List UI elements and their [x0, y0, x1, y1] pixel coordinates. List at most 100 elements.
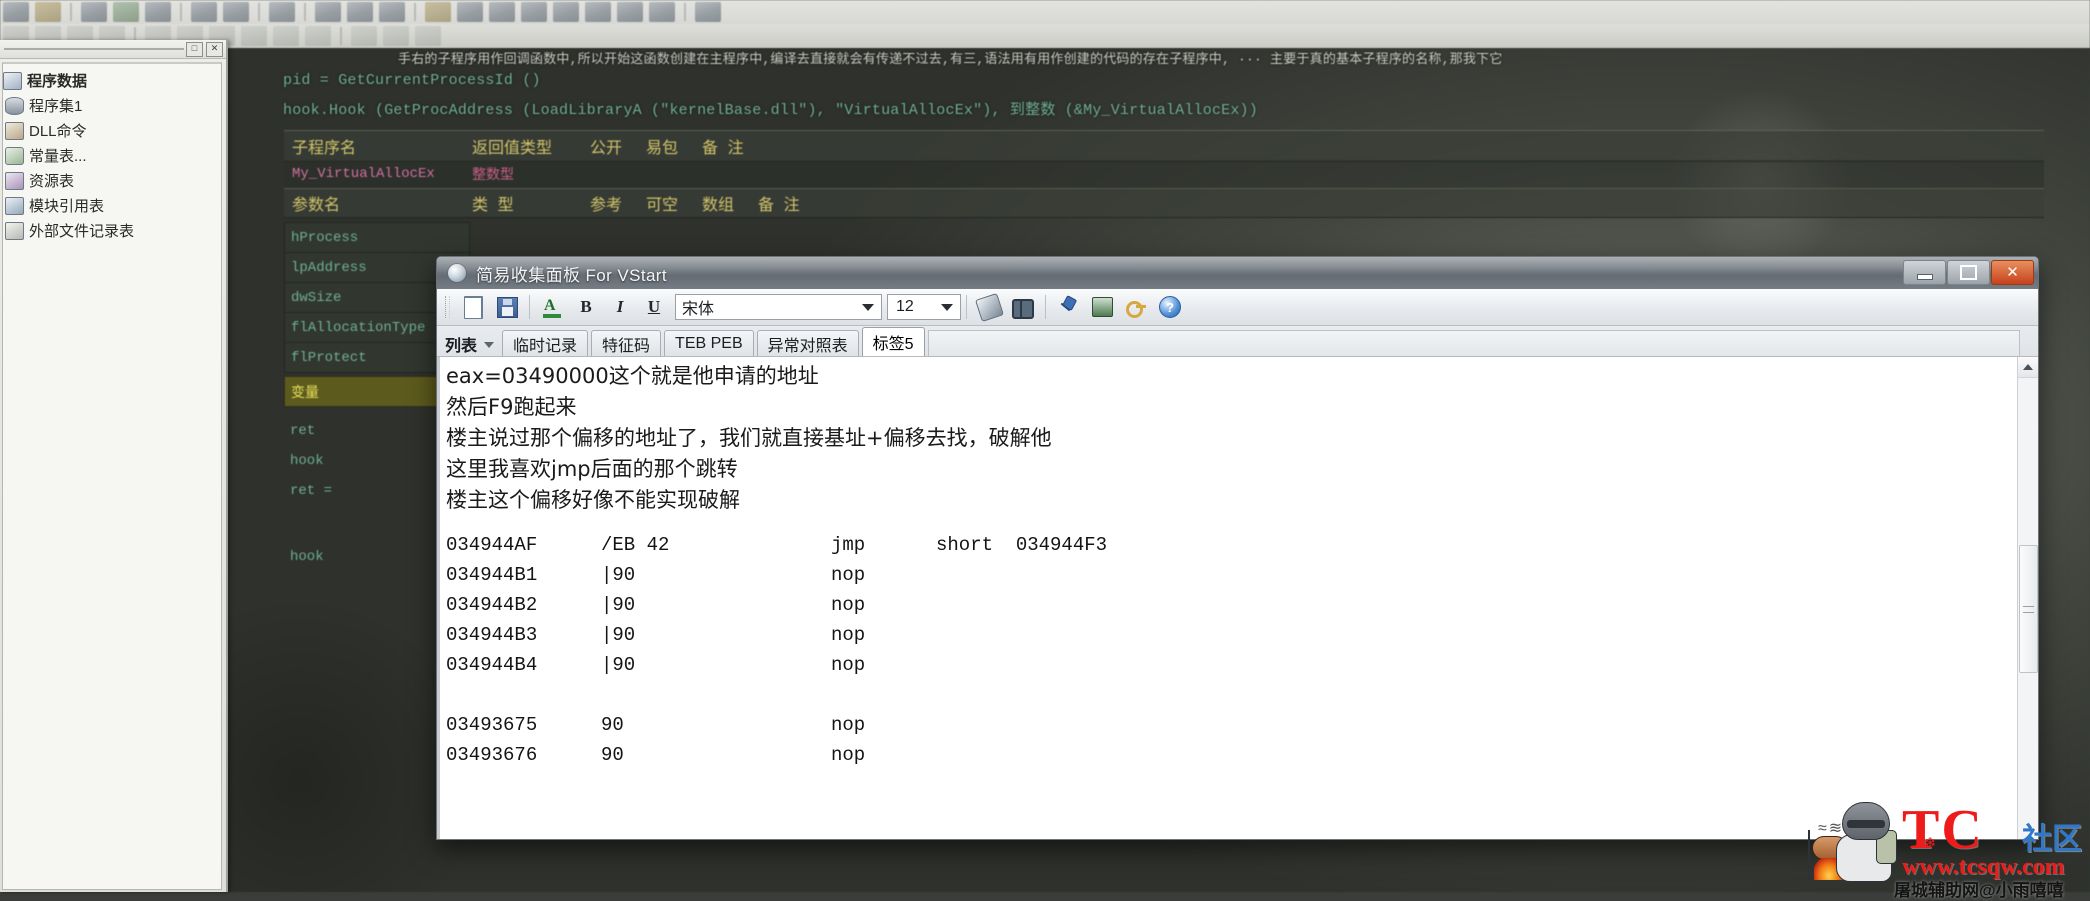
toolbar-grip[interactable]: [445, 296, 450, 318]
asm-operand: [936, 590, 2018, 620]
tab-teb-peb[interactable]: TEB PEB: [664, 330, 754, 356]
tab-exception-table[interactable]: 异常对照表: [756, 330, 859, 356]
close-button[interactable]: ✕: [206, 41, 223, 57]
tab-signature-code[interactable]: 特征码: [591, 330, 662, 356]
stop-icon[interactable]: [457, 2, 483, 22]
layout-icon[interactable]: [347, 2, 373, 22]
tree-item-assembly[interactable]: 程序集1: [3, 93, 221, 118]
play-icon[interactable]: [425, 2, 451, 22]
run-icon[interactable]: [81, 2, 107, 22]
tree-item-program-data[interactable]: 程序数据: [3, 68, 221, 93]
scrollbar-thumb[interactable]: [2019, 545, 2038, 673]
new-document-button[interactable]: [457, 292, 489, 322]
asm-bytes: 90: [601, 714, 624, 736]
param-label: lpAddress: [291, 259, 367, 276]
window-icon[interactable]: [315, 2, 341, 22]
tab-list[interactable]: 列表: [443, 331, 481, 356]
pin-button[interactable]: [1052, 292, 1084, 322]
settings-icon[interactable]: [489, 2, 515, 22]
save-icon[interactable]: [35, 2, 61, 22]
zoom-icon[interactable]: [269, 2, 295, 22]
asm-address: 034944B3: [446, 624, 538, 646]
italic-button[interactable]: I: [604, 292, 636, 322]
minimize-button[interactable]: [1903, 260, 1946, 285]
save-button[interactable]: [491, 292, 523, 322]
tree-item-dll-command[interactable]: DLL命令: [3, 118, 221, 143]
project-tree[interactable]: 程序数据 程序集1 DLL命令 常量表... 资源表 模块引用表 外部文件记录表: [2, 62, 222, 890]
asm-address: 03493675: [446, 714, 538, 736]
asm-bytes: |90: [601, 564, 636, 586]
collection-panel-dialog[interactable]: 简易收集面板 For VStart ✕ A B I U 宋体 12 ? 列表 临…: [436, 256, 2039, 840]
breakpoint-icon[interactable]: [649, 2, 675, 22]
maximize-button[interactable]: [1947, 260, 1990, 285]
grid-icon[interactable]: [379, 2, 405, 22]
code-line-2[interactable]: hook.Hook (GetProcAddress (LoadLibraryA …: [283, 98, 1258, 119]
toolbar-divider: [414, 3, 416, 21]
find-button[interactable]: [1007, 292, 1039, 322]
app-icon: [447, 263, 467, 283]
file-icon: [5, 221, 24, 240]
disassembly-row: 034944B1 |90 nop: [446, 560, 2018, 590]
tab-scroll-spinner[interactable]: [484, 336, 496, 354]
tree-item-external-file[interactable]: 外部文件记录表: [3, 218, 221, 243]
new-document-icon: [463, 295, 483, 319]
param-header-type: 类 型: [472, 197, 514, 215]
dialog-toolbar: A B I U 宋体 12 ?: [437, 289, 2038, 326]
assembly-icon: [5, 96, 24, 115]
asm-address: 034944B2: [446, 594, 538, 616]
tree-item-constant-table[interactable]: 常量表...: [3, 143, 221, 168]
asm-operand: [936, 710, 2018, 740]
watch-icon[interactable]: [617, 2, 643, 22]
toolbar-divider: [529, 295, 530, 319]
close-button[interactable]: ✕: [1991, 260, 2034, 285]
param-header-remark: 备 注: [758, 197, 800, 215]
find-icon: [1012, 299, 1034, 319]
dialog-titlebar[interactable]: 简易收集面板 For VStart ✕: [437, 257, 2038, 289]
book-button[interactable]: [1086, 292, 1118, 322]
sub-routine-row[interactable]: My_VirtualAllocEx 整数型: [284, 160, 2044, 189]
search-icon[interactable]: [695, 2, 721, 22]
font-size-value: 12: [896, 298, 914, 315]
asm-bytes: |90: [601, 624, 636, 646]
underline-button[interactable]: U: [638, 292, 670, 322]
undo-icon[interactable]: [223, 2, 249, 22]
asm-bytes: |90: [601, 594, 636, 616]
debug-icon[interactable]: [113, 2, 139, 22]
tab-label: 标签5: [872, 336, 914, 353]
restore-button[interactable]: □: [186, 41, 203, 57]
param-row-hprocess[interactable]: hProcess: [284, 222, 470, 253]
sub-header-return: 返回值类型: [472, 140, 553, 158]
dialog-body: eax=03490000这个就是他申请的地址 然后F9跑起来 楼主说过那个偏移的…: [437, 357, 2038, 839]
step-icon[interactable]: [521, 2, 547, 22]
copy-icon[interactable]: [145, 2, 171, 22]
disassembly-row: 034944AF /EB 42 jmp short 034944F3: [446, 530, 2018, 560]
scroll-up-arrow[interactable]: [2018, 357, 2038, 378]
font-color-button[interactable]: A: [536, 292, 568, 322]
tree-item-resource-table[interactable]: 资源表: [3, 168, 221, 193]
step-over-icon[interactable]: [553, 2, 579, 22]
project-panel-caption: □ ✕: [0, 40, 226, 59]
note-line: 这里我喜欢jmp后面的那个跳转: [446, 457, 738, 481]
editor-comment-line: 手右的子程序用作回调函数中,所以开始这函数创建在主程序中,编译去直接就会有传递不…: [398, 52, 1503, 67]
tab-temporary-record[interactable]: 临时记录: [502, 330, 589, 356]
step-out-icon[interactable]: [585, 2, 611, 22]
watermark-subtitle: 屠城辅助网@小雨嘻嘻: [1894, 881, 2064, 900]
help-button[interactable]: ?: [1154, 292, 1186, 322]
param-label: flAllocationType: [291, 319, 426, 336]
font-size-select[interactable]: 12: [887, 294, 961, 320]
vertical-scrollbar[interactable]: [2017, 357, 2038, 839]
open-icon[interactable]: [3, 2, 29, 22]
paste-icon[interactable]: [191, 2, 217, 22]
tree-item-module-reference[interactable]: 模块引用表: [3, 193, 221, 218]
tab-label5[interactable]: 标签5: [861, 327, 925, 356]
asm-mnemonic: nop: [831, 744, 866, 766]
code-line-1[interactable]: pid = GetCurrentProcessId (): [283, 72, 541, 89]
sub-row-name: My_VirtualAllocEx: [292, 166, 435, 182]
key-button[interactable]: [1120, 292, 1152, 322]
notes-text-area[interactable]: eax=03490000这个就是他申请的地址 然后F9跑起来 楼主说过那个偏移的…: [437, 357, 2018, 839]
fill-color-button[interactable]: [973, 292, 1005, 322]
bold-button[interactable]: B: [570, 292, 602, 322]
font-family-select[interactable]: 宋体: [675, 294, 882, 320]
fill-color-icon: [974, 292, 1004, 322]
disassembly-row: 034944B2 |90 nop: [446, 590, 2018, 620]
